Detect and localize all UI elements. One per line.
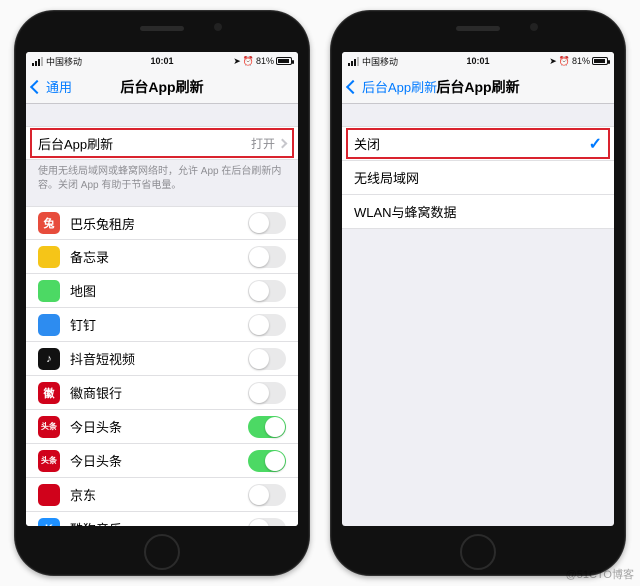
- app-row[interactable]: 兔巴乐兔租房: [26, 206, 298, 240]
- app-icon: 头条: [38, 450, 60, 472]
- phone-right: 中国移动 10:01 ➤ ⏰ 81% 后台App刷新 后台App刷新 关闭✓ 无线…: [330, 10, 626, 576]
- nav-title: 后台App刷新: [436, 77, 519, 97]
- app-row[interactable]: 钉钉: [26, 308, 298, 342]
- option-row[interactable]: 无线局域网: [342, 161, 614, 195]
- app-name: 今日头条: [70, 451, 248, 470]
- back-label: 通用: [46, 77, 72, 96]
- alarm-icon: ⏰: [243, 56, 254, 67]
- master-refresh-value: 打开: [251, 135, 275, 152]
- app-toggle[interactable]: [248, 348, 286, 370]
- back-button[interactable]: 后台App刷新: [348, 77, 437, 96]
- app-toggle[interactable]: [248, 314, 286, 336]
- app-icon: 徽: [38, 382, 60, 404]
- app-row[interactable]: 头条今日头条: [26, 444, 298, 478]
- app-toggle[interactable]: [248, 450, 286, 472]
- app-icon: [38, 314, 60, 336]
- content-left[interactable]: 后台App刷新 打开 使用无线局域网或蜂窝网络时，允许 App 在后台刷新内容。…: [26, 104, 298, 526]
- app-icon: ♪: [38, 348, 60, 370]
- phone-camera: [530, 23, 538, 31]
- checkmark-icon: ✓: [589, 134, 602, 154]
- carrier-label: 中国移动: [362, 55, 398, 68]
- app-toggle[interactable]: [248, 416, 286, 438]
- location-icon: ➤: [233, 56, 241, 67]
- app-row[interactable]: 头条今日头条: [26, 410, 298, 444]
- carrier-label: 中国移动: [46, 55, 82, 68]
- app-icon: [38, 280, 60, 302]
- app-row[interactable]: 京东: [26, 478, 298, 512]
- app-name: 钉钉: [70, 315, 248, 334]
- app-icon: 兔: [38, 212, 60, 234]
- screen-left: 中国移动 10:01 ➤ ⏰ 81% 通用 后台App刷新 后台App刷新 打开: [26, 52, 298, 526]
- app-row[interactable]: 备忘录: [26, 240, 298, 274]
- app-icon: K: [38, 518, 60, 527]
- app-row[interactable]: ♪ 抖音短视频: [26, 342, 298, 376]
- app-toggle[interactable]: [248, 280, 286, 302]
- battery-percent: 81%: [256, 56, 274, 66]
- app-icon: [38, 484, 60, 506]
- nav-bar: 通用 后台App刷新: [26, 70, 298, 104]
- battery-icon: [276, 57, 292, 65]
- watermark: @51CTO博客: [566, 566, 634, 582]
- status-bar: 中国移动 10:01 ➤ ⏰ 81%: [26, 52, 298, 70]
- app-name: 备忘录: [70, 247, 248, 266]
- app-name: 酷狗音乐: [70, 519, 248, 526]
- phone-camera: [214, 23, 222, 31]
- location-icon: ➤: [549, 56, 557, 67]
- home-button[interactable]: [144, 534, 180, 570]
- content-right[interactable]: 关闭✓ 无线局域网 WLAN与蜂窝数据: [342, 104, 614, 526]
- option-row[interactable]: WLAN与蜂窝数据: [342, 195, 614, 229]
- nav-bar: 后台App刷新 后台App刷新: [342, 70, 614, 104]
- status-bar: 中国移动 10:01 ➤ ⏰ 81%: [342, 52, 614, 70]
- app-row[interactable]: 徽徽商银行: [26, 376, 298, 410]
- app-name: 徽商银行: [70, 383, 248, 402]
- app-name: 地图: [70, 281, 248, 300]
- app-row[interactable]: 地图: [26, 274, 298, 308]
- nav-title: 后台App刷新: [120, 77, 203, 97]
- master-refresh-cell[interactable]: 后台App刷新 打开: [26, 126, 298, 160]
- footnote-text: 使用无线局域网或蜂窝网络时，允许 App 在后台刷新内容。关闭 App 有助于节…: [26, 160, 298, 192]
- option-row[interactable]: 关闭✓: [342, 127, 614, 161]
- chevron-right-icon: [278, 138, 288, 148]
- clock: 10:01: [466, 56, 489, 66]
- phone-left: 中国移动 10:01 ➤ ⏰ 81% 通用 后台App刷新 后台App刷新 打开: [14, 10, 310, 576]
- app-toggle[interactable]: [248, 484, 286, 506]
- clock: 10:01: [150, 56, 173, 66]
- app-icon: [38, 246, 60, 268]
- app-toggle[interactable]: [248, 246, 286, 268]
- signal-icon: [348, 57, 359, 66]
- app-toggle[interactable]: [248, 212, 286, 234]
- back-label: 后台App刷新: [362, 77, 437, 96]
- app-icon: 头条: [38, 416, 60, 438]
- chevron-left-icon: [30, 79, 44, 93]
- chevron-left-icon: [346, 79, 360, 93]
- app-list: 兔巴乐兔租房备忘录地图钉钉♪抖音短视频徽徽商银行头条今日头条头条今日头条京东K酷…: [26, 206, 298, 526]
- option-label: 无线局域网: [354, 168, 602, 187]
- phone-speaker: [140, 26, 184, 31]
- phone-speaker: [456, 26, 500, 31]
- app-toggle[interactable]: [248, 382, 286, 404]
- option-list: 关闭✓ 无线局域网 WLAN与蜂窝数据: [342, 126, 614, 229]
- option-label: 关闭: [354, 134, 589, 153]
- app-name: 巴乐兔租房: [70, 214, 248, 233]
- master-refresh-label: 后台App刷新: [38, 134, 251, 153]
- app-toggle[interactable]: [248, 518, 286, 527]
- app-row[interactable]: K 酷狗音乐: [26, 512, 298, 526]
- home-button[interactable]: [460, 534, 496, 570]
- app-name: 抖音短视频: [70, 349, 248, 368]
- back-button[interactable]: 通用: [32, 77, 72, 96]
- alarm-icon: ⏰: [559, 56, 570, 67]
- app-name: 京东: [70, 485, 248, 504]
- option-label: WLAN与蜂窝数据: [354, 202, 602, 221]
- signal-icon: [32, 57, 43, 66]
- battery-percent: 81%: [572, 56, 590, 66]
- battery-icon: [592, 57, 608, 65]
- app-name: 今日头条: [70, 417, 248, 436]
- screen-right: 中国移动 10:01 ➤ ⏰ 81% 后台App刷新 后台App刷新 关闭✓ 无线…: [342, 52, 614, 526]
